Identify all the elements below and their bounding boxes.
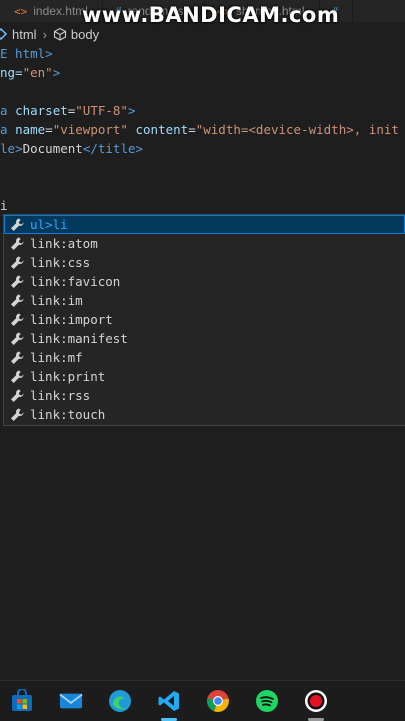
suggestion-item[interactable]: ul>li <box>4 215 405 234</box>
wrench-icon <box>11 370 24 383</box>
mail-icon[interactable] <box>59 689 83 713</box>
spotify-icon[interactable] <box>255 689 279 713</box>
code-line: E html> <box>0 46 53 61</box>
suggestion-item[interactable]: link:rss <box>4 386 405 405</box>
code-line-cursor: i <box>0 198 8 213</box>
suggestion-item[interactable]: link:import <box>4 310 405 329</box>
wrench-icon <box>11 256 24 269</box>
suggestion-item[interactable]: link:favicon <box>4 272 405 291</box>
code-line: ng="en"> <box>0 65 61 80</box>
code-line: a charset="UTF-8"> <box>0 103 136 118</box>
wrench-icon <box>11 351 24 364</box>
suggestion-item[interactable]: link:manifest <box>4 329 405 348</box>
wrench-icon <box>11 275 24 288</box>
wrench-icon <box>11 294 24 307</box>
wrench-icon <box>11 218 24 231</box>
wrench-icon <box>11 237 24 250</box>
wrench-icon <box>11 408 24 421</box>
suggestion-item[interactable]: link:print <box>4 367 405 386</box>
bandicam-record-icon[interactable] <box>304 689 328 713</box>
element-icon <box>0 27 8 41</box>
suggestion-item[interactable]: link:mf <box>4 348 405 367</box>
html-file-icon: <> <box>14 4 28 18</box>
code-line: le>Document</title> <box>0 141 144 156</box>
wrench-icon <box>11 332 24 345</box>
suggestion-item[interactable]: link:im <box>4 291 405 310</box>
cube-icon <box>53 27 67 41</box>
windows-taskbar <box>0 680 405 721</box>
suggestion-item[interactable]: link:css <box>4 253 405 272</box>
suggestion-item[interactable]: link:touch <box>4 405 405 424</box>
wrench-icon <box>11 313 24 326</box>
microsoft-store-icon[interactable] <box>10 689 34 713</box>
suggestion-item[interactable]: link:atom <box>4 234 405 253</box>
breadcrumb: html › body <box>0 24 405 44</box>
tab-label: index.html <box>33 4 88 18</box>
edge-browser-icon[interactable] <box>108 689 132 713</box>
breadcrumb-item-html[interactable]: html <box>12 27 37 42</box>
breadcrumb-item-body[interactable]: body <box>71 27 99 42</box>
chevron-right-icon: › <box>42 26 47 42</box>
autocomplete-suggestions[interactable]: ul>li link:atom link:css link:favicon li… <box>3 214 405 426</box>
code-editor[interactable]: E html> ng="en"> a charset="UTF-8"> a na… <box>0 44 405 215</box>
wrench-icon <box>11 389 24 402</box>
chrome-icon[interactable] <box>206 689 230 713</box>
code-line: a name="viewport" content="width=<device… <box>0 122 399 137</box>
vscode-icon[interactable] <box>157 689 181 713</box>
